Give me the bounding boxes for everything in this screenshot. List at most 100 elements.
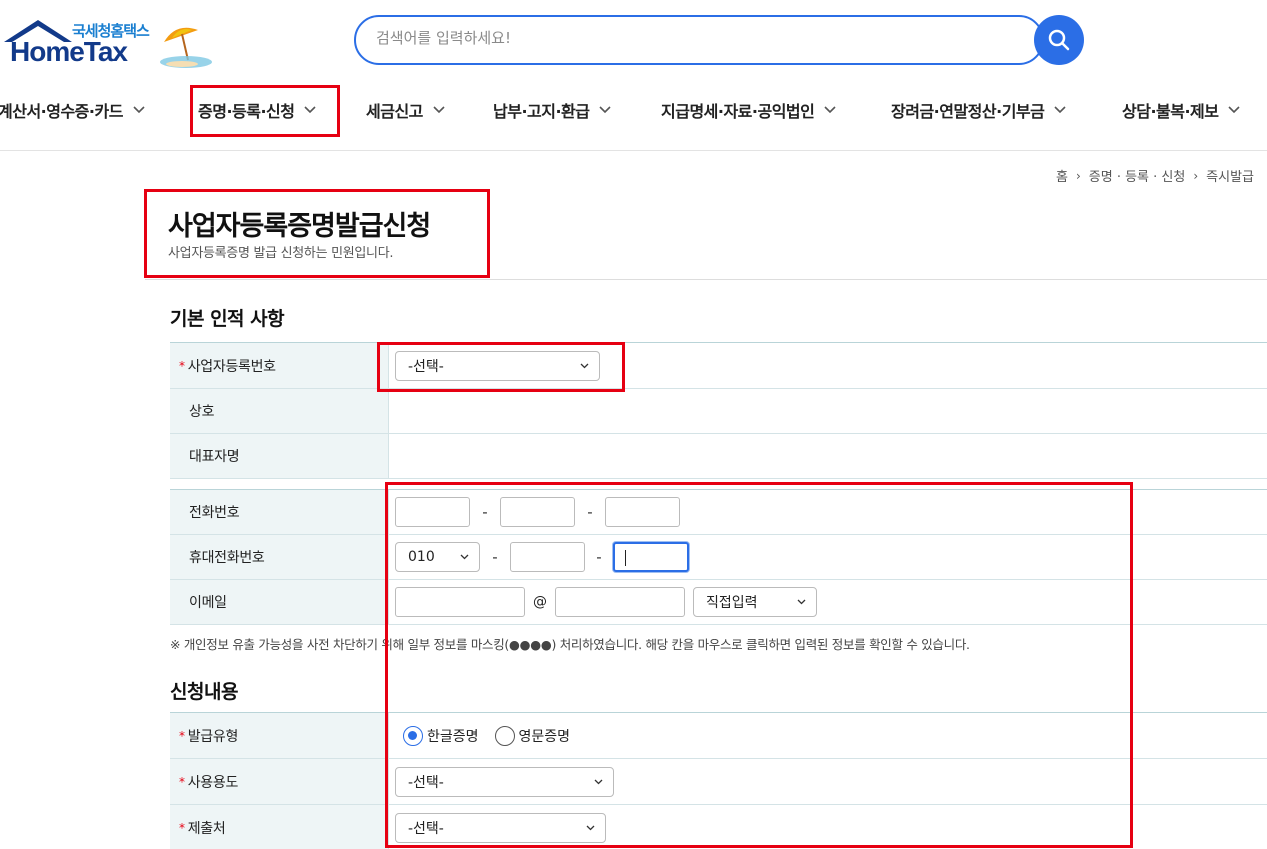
breadcrumb-certificates[interactable]: 증명 · 등록 · 신청 [1089,166,1186,185]
search-icon [1048,29,1070,51]
chevron-down-icon [586,825,595,830]
label-company-name: 상호 [170,389,389,433]
breadcrumb-separator-icon: › [1193,168,1199,183]
section-title-basic: 기본 인적 사항 [170,308,285,330]
search-button[interactable] [1034,15,1084,65]
label-text: 휴대전화번호 [189,550,265,566]
logo-title: HomeTax [10,36,128,67]
label-issue-type: * 발급유형 [170,713,389,758]
nav-divider [0,150,1267,151]
phone-part3-input[interactable] [605,497,680,527]
value-representative [389,434,1267,478]
page-subtitle: 사업자등록증명 발급 신청하는 민원입니다. [168,246,394,261]
nav-label: 납부·고지·환급 [493,102,590,121]
request-table: * 발급유형 한글증명 영문증명 * 사용용도 -선택- * 제출처 -선택- [170,712,1267,849]
mobile-prefix-select[interactable]: 010 [395,542,480,572]
table-row: * 사용용도 -선택- [170,759,1267,805]
chevron-down-icon [304,106,317,114]
select-value: -선택- [408,774,444,791]
nav-label: 장려금·연말정산·기부금 [891,102,1045,121]
table-row: 대표자명 [170,434,1267,479]
chevron-down-icon [1054,106,1066,114]
breadcrumb-separator-icon: › [1075,168,1081,183]
chevron-down-icon [824,106,836,114]
value-company-name [389,389,1267,433]
nav-item-consulting[interactable]: 상담·불복·제보 [1122,86,1241,134]
phone-part1-input[interactable] [395,497,470,527]
table-row: * 발급유형 한글증명 영문증명 [170,713,1267,759]
radio-korean[interactable]: 한글증명 [403,725,479,746]
label-text: 상호 [189,404,215,420]
mobile-part3-input[interactable] [613,542,689,572]
nav-item-tax-report[interactable]: 세금신고 [366,86,445,134]
usage-select[interactable]: -선택- [395,766,614,797]
label-text: 이메일 [189,595,227,611]
nav-item-invoices[interactable]: 계산서·영수증·카드 [0,86,145,134]
radio-checked-icon [403,725,423,746]
label-text: 사용용도 [187,774,239,791]
email-at-sign: @ [533,594,547,610]
select-value: -선택- [408,820,444,837]
dash-separator: - [587,503,593,521]
table-row: * 사업자등록번호 -선택- [170,343,1267,389]
email-domain-select[interactable]: 직접입력 [693,587,817,617]
mobile-part2-input[interactable] [510,542,585,572]
breadcrumb-instant-issue[interactable]: 즉시발급 [1206,166,1254,185]
chevron-down-icon [433,106,445,114]
select-value: 010 [408,549,435,565]
required-mark: * [179,728,185,743]
nav-label: 세금신고 [366,102,423,121]
table-row: 이메일 @ 직접입력 [170,580,1267,625]
radio-english[interactable]: 영문증명 [494,725,571,746]
required-mark: * [179,358,185,373]
chevron-down-icon [1228,106,1241,114]
nav-item-certificates[interactable]: 증명·등록·신청 [198,86,317,134]
label-mobile: 휴대전화번호 [170,535,389,579]
title-divider [145,279,1267,280]
value-phone: - - [389,490,1267,534]
beach-umbrella-icon [160,27,212,68]
text-cursor [625,550,626,566]
breadcrumb-home[interactable]: 홈 [1056,166,1068,185]
label-text: 발급유형 [187,728,239,745]
chevron-down-icon [797,599,806,605]
value-email: @ 직접입력 [389,580,1267,624]
chevron-down-icon [580,363,589,368]
nav-item-statements[interactable]: 지급명세·자료·공익법인 [661,86,836,134]
nav-item-incentives[interactable]: 장려금·연말정산·기부금 [891,86,1066,134]
nav-label: 계산서·영수증·카드 [0,102,123,121]
value-issue-type: 한글증명 영문증명 [389,713,1267,758]
phone-part2-input[interactable] [500,497,575,527]
submit-to-select[interactable]: -선택- [395,812,606,843]
table-row: 상호 [170,389,1267,434]
page-title: 사업자등록증명발급신청 [168,211,431,242]
label-business-number: * 사업자등록번호 [170,343,389,388]
hometax-logo[interactable]: 국세청홈택스 HomeTax [0,14,215,68]
label-text: 제출처 [187,820,226,837]
business-number-select[interactable]: -선택- [395,350,600,381]
table-row: * 제출처 -선택- [170,805,1267,849]
label-text: 대표자명 [189,449,240,465]
value-usage: -선택- [389,759,1267,804]
required-mark: * [179,820,185,835]
section-title-request: 신청내용 [170,681,238,703]
basic-info-table: * 사업자등록번호 -선택- 상호 대표자명 [170,342,1267,479]
label-usage: * 사용용도 [170,759,389,804]
radio-unchecked-icon [494,725,515,746]
select-value: 직접입력 [706,595,758,611]
email-id-input[interactable] [395,587,525,617]
contact-table: 전화번호 - - 휴대전화번호 010 - - 이메일 @ 직접입력 [170,489,1267,625]
label-submit-to: * 제출처 [170,805,389,849]
nav-item-payment[interactable]: 납부·고지·환급 [493,86,612,134]
search-input[interactable] [376,29,976,47]
nav-label: 상담·불복·제보 [1122,102,1219,121]
chevron-down-icon [460,554,469,560]
email-domain-input[interactable] [555,587,685,617]
radio-label: 영문증명 [518,728,571,745]
label-representative: 대표자명 [170,434,389,478]
dash-separator: - [492,548,498,566]
search-bar [354,15,1044,65]
dash-separator: - [596,548,602,566]
label-text: 사업자등록번호 [187,358,276,375]
chevron-down-icon [599,106,612,114]
